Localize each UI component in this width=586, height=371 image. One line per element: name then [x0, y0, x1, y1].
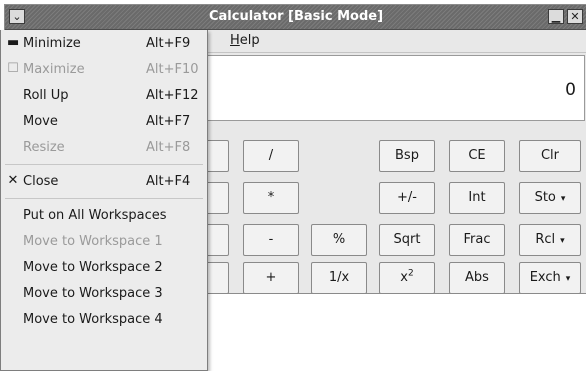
square-button[interactable]: x2	[379, 262, 435, 294]
minimize-button[interactable]: ▁	[548, 9, 564, 24]
exchange-button[interactable]: Exch ▾	[519, 262, 581, 294]
square-root-button[interactable]: Sqrt	[379, 224, 435, 256]
menu-separator	[5, 198, 203, 199]
menu-item-label: Move to Workspace 2	[23, 260, 163, 275]
menu-item-accelerator: Alt+F4	[146, 174, 191, 189]
window-menu: ▬ Minimize Alt+F9 ☐ Maximize Alt+F10 Rol…	[0, 30, 208, 371]
menu-item-accelerator: Alt+F8	[146, 140, 191, 155]
menu-item-resize: Resize Alt+F8	[1, 136, 209, 162]
fraction-button[interactable]: Frac	[449, 224, 505, 256]
close-icon: ✕	[570, 10, 580, 23]
percent-button[interactable]: %	[311, 224, 367, 256]
divide-button[interactable]: /	[243, 140, 299, 172]
square-base: x	[400, 270, 408, 285]
menu-item-workspace-4[interactable]: Move to Workspace 4	[1, 308, 209, 334]
chevron-down-icon: ▾	[560, 194, 566, 204]
minimize-icon: ▬	[7, 35, 20, 50]
title-bar[interactable]: ⌄ Calculator [Basic Mode] ▁ ✕	[5, 5, 586, 30]
menu-item-accelerator: Alt+F9	[146, 36, 191, 51]
menu-item-close[interactable]: ✕ Close Alt+F4	[1, 170, 209, 196]
menu-item-label: Move to Workspace 1	[23, 234, 163, 249]
change-sign-button[interactable]: +/-	[379, 182, 435, 214]
menu-item-workspace-1: Move to Workspace 1	[1, 230, 209, 256]
integer-button[interactable]: Int	[449, 182, 505, 214]
square-exponent: 2	[407, 268, 414, 279]
menu-separator	[5, 164, 203, 165]
maximize-icon: ☐	[7, 61, 19, 76]
menu-item-move[interactable]: Move Alt+F7	[1, 110, 209, 136]
menu-item-label: Minimize	[23, 36, 81, 51]
backspace-button[interactable]: Bsp	[379, 140, 435, 172]
minimize-icon: ▁	[551, 10, 561, 23]
menu-item-label: Maximize	[23, 62, 85, 77]
menu-item-accelerator: Alt+F7	[146, 114, 191, 129]
exchange-label: Exch	[529, 270, 561, 285]
store-button[interactable]: Sto ▾	[519, 182, 581, 214]
menu-item-label: Move to Workspace 3	[23, 286, 163, 301]
menu-item-accelerator: Alt+F12	[146, 88, 199, 103]
chevron-down-icon: ▾	[565, 274, 571, 284]
menu-item-all-workspaces[interactable]: Put on All Workspaces	[1, 204, 209, 230]
store-label: Sto	[534, 190, 556, 205]
help-mnemonic: H	[230, 33, 240, 48]
close-button[interactable]: ✕	[567, 9, 583, 24]
display-value: 0	[565, 80, 576, 100]
clear-all-button[interactable]: Clr	[519, 140, 581, 172]
menu-item-label: Move	[23, 114, 58, 129]
menu-item-label: Close	[23, 174, 59, 189]
reciprocal-button[interactable]: 1/x	[311, 262, 367, 294]
close-icon: ✕	[7, 173, 19, 188]
recall-label: Rcl	[535, 232, 556, 247]
multiply-button[interactable]: *	[243, 182, 299, 214]
recall-button[interactable]: Rcl ▾	[519, 224, 581, 256]
window-title: Calculator [Basic Mode]	[208, 9, 384, 24]
menu-item-maximize: ☐ Maximize Alt+F10	[1, 58, 209, 84]
clear-entry-button[interactable]: CE	[449, 140, 505, 172]
menu-item-label: Resize	[23, 140, 65, 155]
plus-button[interactable]: +	[243, 262, 299, 294]
menu-help[interactable]: Help	[230, 33, 260, 48]
menu-item-workspace-2[interactable]: Move to Workspace 2	[1, 256, 209, 282]
help-rest: elp	[239, 33, 260, 48]
absolute-button[interactable]: Abs	[449, 262, 505, 294]
menu-item-roll-up[interactable]: Roll Up Alt+F12	[1, 84, 209, 110]
menu-item-label: Move to Workspace 4	[23, 312, 163, 327]
menu-item-minimize[interactable]: ▬ Minimize Alt+F9	[1, 32, 209, 58]
chevron-down-icon: ▾	[560, 236, 565, 246]
menu-item-accelerator: Alt+F10	[146, 62, 199, 77]
minus-button[interactable]: -	[243, 224, 299, 256]
menu-item-workspace-3[interactable]: Move to Workspace 3	[1, 282, 209, 308]
menu-item-label: Roll Up	[23, 88, 69, 103]
menu-item-label: Put on All Workspaces	[23, 208, 167, 223]
